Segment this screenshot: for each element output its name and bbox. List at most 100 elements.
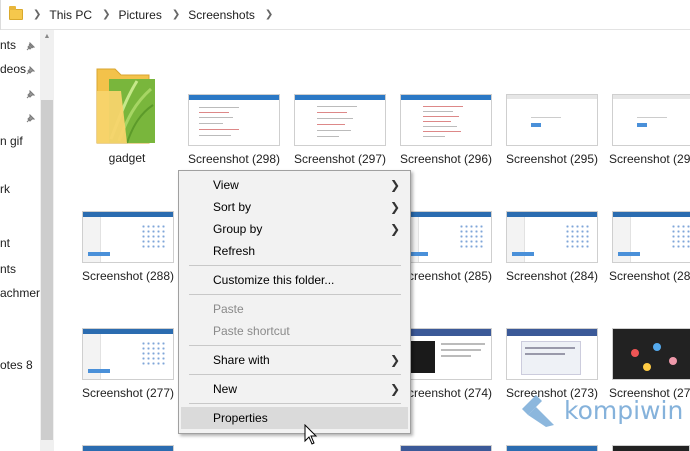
menu-item-label: Customize this folder... <box>213 273 335 287</box>
file-name: Screenshot (277) <box>81 386 175 400</box>
thumbnail <box>82 328 174 380</box>
menu-item-view[interactable]: View ❯ <box>181 174 408 196</box>
nav-item[interactable]: deos <box>0 62 26 78</box>
file-item[interactable]: Screenshot (288) <box>76 178 180 288</box>
menu-item-sort-by[interactable]: Sort by ❯ <box>181 196 408 218</box>
pin-icon[interactable] <box>25 66 35 76</box>
menu-item-properties[interactable]: Properties <box>181 407 408 429</box>
pin-icon[interactable] <box>25 90 35 100</box>
menu-item-customize-folder[interactable]: Customize this folder... <box>181 269 408 291</box>
nav-item[interactable]: rk <box>0 182 10 198</box>
scroll-up-arrow-icon[interactable]: ▲ <box>40 30 54 44</box>
file-item[interactable]: Screenshot (277) <box>76 295 180 405</box>
thumbnail-partial[interactable] <box>400 445 492 451</box>
chevron-right-icon[interactable]: ❯ <box>265 9 273 20</box>
nav-item[interactable]: nts <box>0 38 16 54</box>
menu-item-label: New <box>213 382 238 396</box>
file-name: Screenshot (297) <box>293 152 387 166</box>
thumbnail <box>400 328 492 380</box>
thumbnail <box>294 94 386 146</box>
thumbnail-partial[interactable] <box>612 445 690 451</box>
chevron-right-icon[interactable]: ❯ <box>33 9 41 20</box>
thumbnail-partial[interactable] <box>82 445 174 451</box>
chevron-right-icon[interactable]: ❯ <box>102 9 110 20</box>
file-name: Screenshot (298) <box>187 152 281 166</box>
watermark-text: kompiwin <box>564 395 684 425</box>
watermark: kompiwin <box>518 390 690 430</box>
thumbnail <box>506 328 598 380</box>
menu-item-label: View <box>213 178 239 192</box>
breadcrumb-screenshots[interactable]: Screenshots <box>188 8 255 22</box>
file-item[interactable]: Screenshot (284) <box>500 178 604 288</box>
file-item[interactable]: Screenshot (297) <box>288 61 392 171</box>
menu-item-label: Sort by <box>213 200 252 214</box>
address-bar-border <box>0 0 1 30</box>
kompiwin-logo-icon <box>522 395 554 427</box>
file-item[interactable]: Screenshot (298) <box>182 61 286 171</box>
folder-icon <box>9 6 23 20</box>
nav-item[interactable]: achmer <box>0 286 40 302</box>
thumbnail-partial[interactable] <box>506 445 598 451</box>
menu-item-label: Paste <box>213 302 244 316</box>
menu-item-label: Share with <box>213 353 270 367</box>
thumbnail <box>612 211 690 263</box>
menu-item-share-with[interactable]: Share with ❯ <box>181 349 408 371</box>
file-item[interactable]: Screenshot (273) <box>500 295 604 405</box>
menu-separator <box>189 265 401 266</box>
file-name: gadget <box>108 151 146 165</box>
thumbnail <box>506 211 598 263</box>
nav-item[interactable]: n gif <box>0 134 23 150</box>
breadcrumb-pictures[interactable]: Pictures <box>118 8 161 22</box>
menu-item-paste[interactable]: Paste <box>181 298 408 320</box>
address-bar[interactable]: ❯ This PC ❯ Pictures ❯ Screenshots ❯ <box>0 0 690 30</box>
menu-item-refresh[interactable]: Refresh <box>181 240 408 262</box>
menu-separator <box>189 294 401 295</box>
file-item[interactable]: Screenshot (294 <box>606 61 690 171</box>
menu-item-label: Properties <box>213 411 268 425</box>
file-item[interactable]: Screenshot (295) <box>500 61 604 171</box>
context-menu: View ❯ Sort by ❯ Group by ❯ Refresh Customi… <box>178 170 411 434</box>
breadcrumb-this-pc[interactable]: This PC <box>49 8 92 22</box>
pin-icon[interactable] <box>25 42 35 52</box>
file-name: Screenshot (288) <box>81 269 175 283</box>
navigation-scrollbar[interactable]: ▲ <box>40 30 54 451</box>
menu-separator <box>189 345 401 346</box>
folder-item-gadget[interactable]: gadget <box>75 57 179 167</box>
menu-separator <box>189 374 401 375</box>
pin-icon[interactable] <box>25 114 35 124</box>
menu-separator <box>189 403 401 404</box>
menu-item-group-by[interactable]: Group by ❯ <box>181 218 408 240</box>
thumbnail <box>400 211 492 263</box>
chevron-right-icon[interactable]: ❯ <box>172 9 180 20</box>
chevron-right-icon: ❯ <box>389 200 400 214</box>
file-name: Screenshot (294 <box>609 152 690 166</box>
file-name: Screenshot (283 <box>609 269 690 283</box>
thumbnail <box>506 94 598 146</box>
nav-item[interactable]: nts <box>0 262 16 278</box>
chevron-right-icon: ❯ <box>389 353 400 367</box>
folder-icon <box>96 68 155 144</box>
file-item[interactable]: Screenshot (296) <box>394 61 498 171</box>
scrollbar-thumb[interactable] <box>41 100 53 440</box>
chevron-right-icon: ❯ <box>389 382 400 396</box>
chevron-right-icon: ❯ <box>389 222 400 236</box>
nav-item[interactable]: otes 8 <box>0 358 33 374</box>
menu-item-label: Paste shortcut <box>213 324 290 338</box>
menu-item-label: Refresh <box>213 244 256 258</box>
chevron-right-icon: ❯ <box>389 178 400 192</box>
thumbnail <box>612 328 690 380</box>
file-name: Screenshot (284) <box>505 269 599 283</box>
file-name: Screenshot (296) <box>399 152 493 166</box>
thumbnail <box>188 94 280 146</box>
thumbnail <box>612 94 690 146</box>
menu-item-paste-shortcut[interactable]: Paste shortcut <box>181 320 408 342</box>
thumbnail <box>82 211 174 263</box>
thumbnail <box>400 94 492 146</box>
menu-item-label: Group by <box>213 222 263 236</box>
file-item[interactable]: Screenshot (272 <box>606 295 690 405</box>
menu-item-new[interactable]: New ❯ <box>181 378 408 400</box>
mouse-cursor-icon <box>304 424 318 445</box>
nav-item[interactable]: nt <box>0 236 10 252</box>
file-name: Screenshot (295) <box>505 152 599 166</box>
file-item[interactable]: Screenshot (283 <box>606 178 690 288</box>
